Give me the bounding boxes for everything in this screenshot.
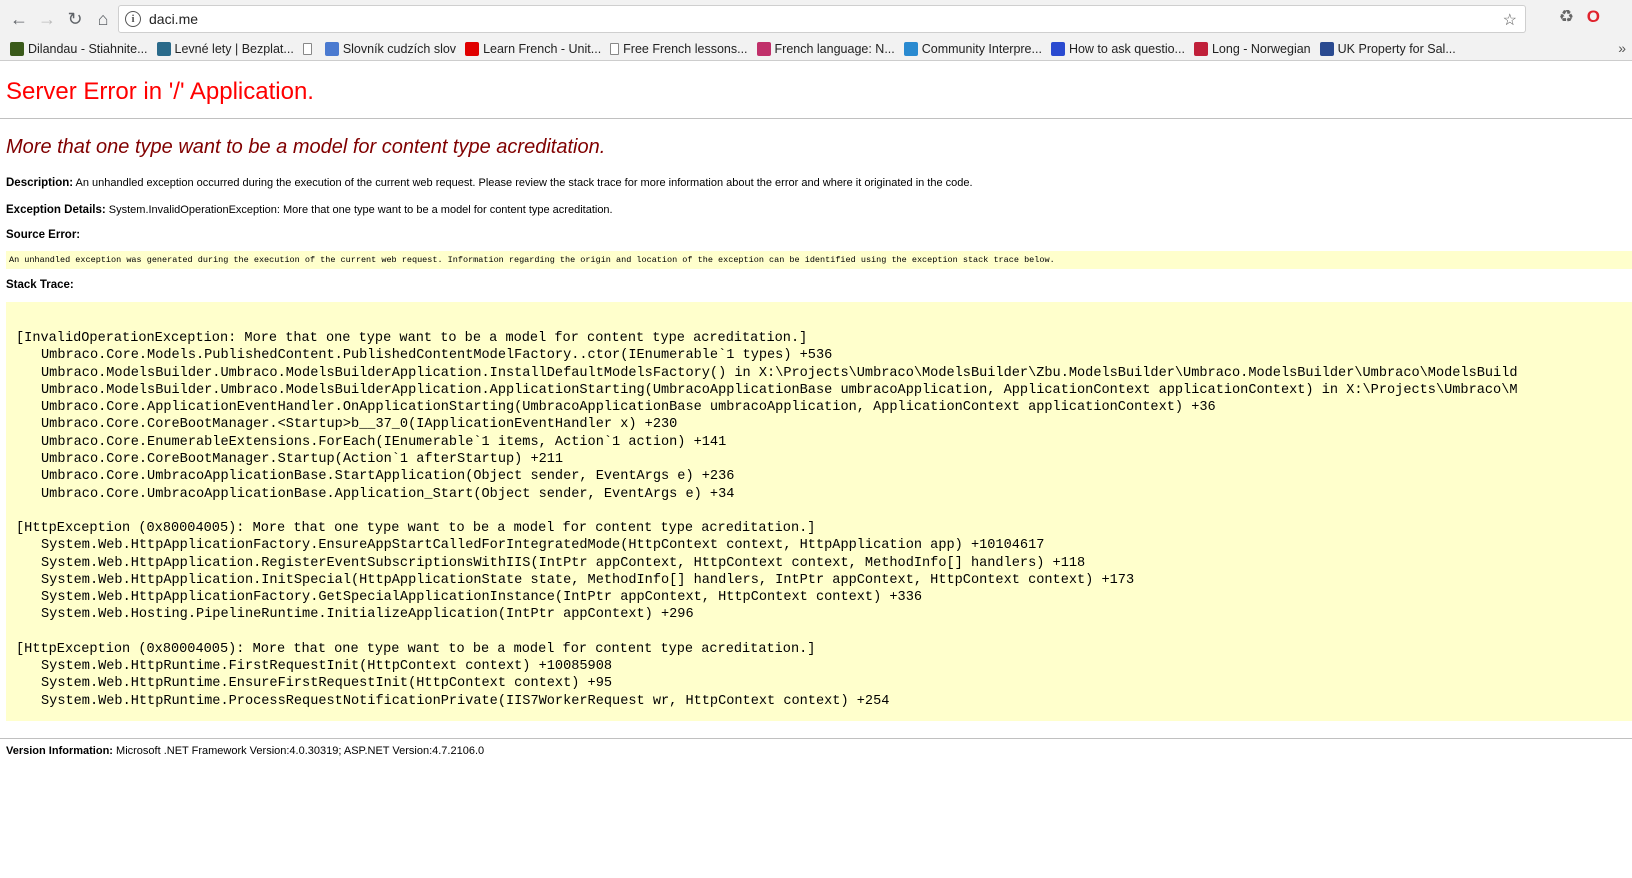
feather-icon [756,42,771,56]
bookmark-label: Slovník cudzích slov [342,42,457,56]
document-icon [610,43,620,55]
globe-icon [903,42,918,56]
stack-block: [HttpException (0x80004005): More that o… [6,520,1632,624]
bookmark-item[interactable]: UK Property for Sal... [1319,42,1456,56]
stack-frame: Umbraco.ModelsBuilder.Umbraco.ModelsBuil… [41,365,1518,381]
stack-frame: Umbraco.Core.CoreBootManager.Startup(Act… [41,452,564,468]
stack-frame: System.Web.HttpApplicationFactory.Ensure… [41,538,1045,554]
stack-frame: Umbraco.ModelsBuilder.Umbraco.ModelsBuil… [41,382,1518,398]
error-page: Server Error in '/' Application. More th… [0,78,1632,757]
back-icon[interactable]: ← [6,6,32,32]
stack-frame: Umbraco.Core.UmbracoApplicationBase.Star… [41,469,735,485]
stack-frame: Umbraco.Core.Models.PublishedContent.Pub… [41,348,833,364]
page-title: Server Error in '/' Application. [6,78,314,105]
version-text: Microsoft .NET Framework Version:4.0.303… [116,745,485,757]
reload-icon[interactable]: ↻ [62,6,88,32]
bookmarks-bar: Dilandau - Stiahnite... Levné lety | Bezp… [0,38,1632,61]
divider [0,118,1632,119]
description-row: Description: An unhandled exception occu… [6,176,1626,190]
bookmark-label: French language: N... [774,42,895,56]
bookmark-item[interactable]: Long - Norwegian [1193,42,1311,56]
stack-frame: System.Web.Hosting.PipelineRuntime.Initi… [41,607,694,623]
error-message: More that one type want to be a model fo… [6,136,606,158]
document-icon [302,43,312,55]
site-info-icon[interactable]: i [125,11,141,27]
bookmark-item[interactable]: Free French lessons... [610,42,748,56]
opera-extension-icon[interactable]: O [1587,7,1600,27]
bookmark-label: Learn French - Unit... [483,42,602,56]
youtube-icon [465,42,480,56]
exception-label: Exception Details: [6,204,106,216]
stack-exception-header: [HttpException (0x80004005): More that o… [16,641,816,657]
browser-toolbar: ← → ↻ ⌂ i daci.me ☆ ♻ O [0,0,1632,38]
version-row: Version Information: Microsoft .NET Fram… [6,745,1626,757]
description-text: An unhandled exception occurred during t… [75,177,973,189]
stack-frame: Umbraco.Core.EnumerableExtensions.ForEac… [41,434,727,450]
bookmark-label: Free French lessons... [623,42,748,56]
stack-block: [InvalidOperationException: More that on… [6,330,1632,503]
norwegian-flag-icon [1193,42,1208,56]
stack-frame: System.Web.HttpRuntime.EnsureFirstReques… [41,676,613,692]
divider [0,738,1632,739]
stack-frame: Umbraco.Core.UmbracoApplicationBase.Appl… [41,486,735,502]
stack-exception-header: [InvalidOperationException: More that on… [16,331,808,346]
bookmark-label: Community Interpre... [921,42,1042,56]
bookmark-item[interactable]: Community Interpre... [903,42,1042,56]
bookmark-label: Levné lety | Bezplat... [174,42,294,56]
scs-favicon-icon [324,42,339,56]
bookmark-label: Dilandau - Stiahnite... [28,42,148,56]
exception-text: System.InvalidOperationException: More t… [108,204,613,216]
stack-frame: System.Web.HttpApplicationFactory.GetSpe… [41,590,923,606]
recycle-extension-icon[interactable]: ♻ [1559,7,1574,27]
source-error-label: Source Error: [6,229,81,241]
bookmark-item[interactable]: Learn French - Unit... [465,42,601,56]
home-icon[interactable]: ⌂ [90,6,116,32]
bookmark-item[interactable]: Slovník cudzích slov [324,42,457,56]
bookmark-item[interactable]: Dilandau - Stiahnite... [10,42,148,56]
stack-block: [HttpException (0x80004005): More that o… [6,641,1632,710]
stack-trace-label: Stack Trace: [6,279,74,291]
stack-frame: Umbraco.Core.ApplicationEventHandler.OnA… [41,400,1216,416]
stack-frame: System.Web.HttpApplication.InitSpecial(H… [41,572,1135,588]
bookmark-item[interactable]: French language: N... [756,42,895,56]
flights-favicon-icon [156,42,171,56]
url-text[interactable]: daci.me [149,11,198,27]
bookmark-label: Long - Norwegian [1211,42,1311,56]
dilandau-favicon-icon [10,42,24,56]
us-favicon-icon [1319,42,1334,56]
french-flag-icon [1050,42,1065,56]
bookmark-item[interactable]: Levné lety | Bezplat... [156,42,294,56]
stack-frame: Umbraco.Core.CoreBootManager.<Startup>b_… [41,417,678,433]
bookmark-label: UK Property for Sal... [1337,42,1456,56]
bookmark-star-icon[interactable]: ☆ [1503,10,1517,30]
address-bar[interactable]: i daci.me ☆ [118,5,1526,33]
version-label: Version Information: [6,745,113,757]
bookmark-label: How to ask questio... [1068,42,1185,56]
source-error-box: An unhandled exception was generated dur… [6,251,1632,269]
stack-exception-header: [HttpException (0x80004005): More that o… [16,520,816,536]
bookmarks-overflow-icon[interactable]: » [1618,40,1626,56]
stack-frame: System.Web.HttpRuntime.ProcessRequestNot… [41,693,890,709]
stack-trace-box: [InvalidOperationException: More that on… [6,302,1632,721]
description-label: Description: [6,177,74,189]
bookmark-item[interactable]: How to ask questio... [1050,42,1185,56]
exception-row: Exception Details: System.InvalidOperati… [6,203,1626,217]
bookmark-item[interactable] [302,43,316,55]
forward-icon[interactable]: → [34,6,60,32]
stack-frame: System.Web.HttpApplication.RegisterEvent… [41,555,1086,571]
stack-frame: System.Web.HttpRuntime.FirstRequestInit(… [41,659,613,675]
